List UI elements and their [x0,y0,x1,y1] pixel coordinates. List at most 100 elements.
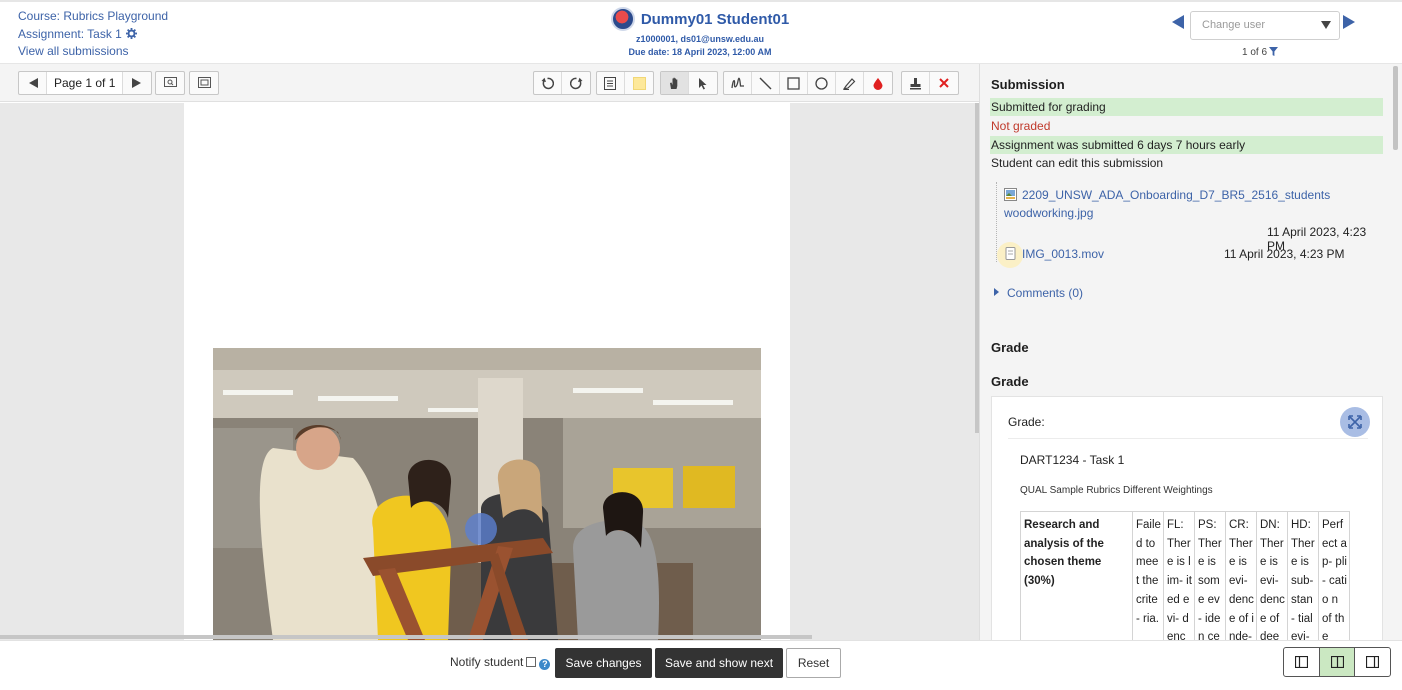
student-name[interactable]: Dummy01 Student01 [641,11,789,28]
view-all-submissions-link[interactable]: View all submissions [18,43,168,61]
rubric-level[interactable]: PS: Ther e is som e ev- iden ce of [1194,511,1226,640]
delete-annotation-button[interactable] [930,72,958,94]
assignment-link[interactable]: Assignment: Task 1 [18,26,168,44]
save-changes-button[interactable]: Save changes [555,648,652,678]
close-icon [939,78,949,88]
select-tools-group [660,71,718,95]
arrow-left-icon [28,78,38,88]
layout-left-icon [1294,656,1308,668]
comments-toggle[interactable]: Comments (0) [994,286,1083,300]
color-drop-icon [873,77,883,90]
grading-panel: Submission Submitted for grading Not gra… [979,64,1402,640]
gear-icon[interactable] [125,27,137,39]
pen-tool-button[interactable] [724,72,752,94]
comment-icon [604,76,616,90]
rotate-right-button[interactable] [562,72,590,94]
hand-icon [670,77,678,89]
level-text: Perf ect ap- pli- catio n of the [1322,519,1347,640]
previous-page-button[interactable] [19,72,47,94]
stamp-tools-group [901,71,959,95]
pan-tool-button[interactable] [661,72,689,94]
grader-header: Course: Rubrics Playground Assignment: T… [0,0,1402,64]
notify-student: Notify student? [450,655,551,670]
annotation-toolbar: Page 1 of 1 [0,64,979,102]
criterion-description: Research and analysis of the chosen them… [1020,511,1133,640]
help-icon[interactable]: ? [539,659,551,670]
viewer-horizontal-scrollbar[interactable] [0,635,812,639]
rectangle-icon [787,76,800,90]
rubric-level[interactable]: Faile d to meet the crite- ria. [1132,511,1164,640]
stamp-tool-button[interactable] [902,72,930,94]
time-remaining-status: Assignment was submitted 6 days 7 hours … [990,136,1383,154]
layout-collapse-review-button[interactable] [1355,648,1390,676]
rubric-level[interactable]: FL: Ther e is lim- ited evi- denc [1163,511,1195,640]
file-link[interactable]: 2209_UNSW_ADA_Onboarding_D7_BR5_2516_stu… [1022,188,1330,202]
change-user-select[interactable]: Change user [1190,11,1340,40]
layout-switcher [1283,647,1391,677]
grade-label: Grade: [1008,415,1045,429]
next-user-arrow-icon[interactable] [1343,15,1355,29]
file-item: 2209_UNSW_ADA_Onboarding_D7_BR5_2516_stu… [1004,186,1384,222]
notify-student-checkbox[interactable] [526,657,537,667]
file-item: IMG_0013.mov [1004,245,1104,263]
chevron-right-icon [994,288,999,296]
avatar[interactable] [610,7,635,31]
rectangle-tool-button[interactable] [780,72,808,94]
notify-student-label: Notify student [450,655,524,669]
page-label[interactable]: Page 1 of 1 [47,72,124,94]
submission-files: 2209_UNSW_ADA_Onboarding_D7_BR5_2516_stu… [996,182,1384,268]
rubric-criterion-row: Research and analysis of the chosen them… [1020,511,1350,640]
due-date: Due date: 18 April 2023, 12:00 AM [628,47,772,57]
reset-button[interactable]: Reset [786,648,841,678]
highlighter-icon [843,77,856,90]
layout-default-button[interactable] [1319,648,1356,676]
stamp-icon [910,77,921,89]
user-count-text: 1 of 6 [1242,47,1268,58]
panel-scrollbar[interactable] [1393,66,1398,150]
line-tool-button[interactable] [752,72,780,94]
expand-comments-button[interactable] [190,72,218,94]
page-navigation: Page 1 of 1 [18,71,153,95]
save-and-show-next-button[interactable]: Save and show next [655,648,783,678]
rubric-level[interactable]: CR: Ther e is evi- denc e of inde- [1225,511,1257,640]
filter-icon[interactable] [1269,47,1279,56]
rubric-level[interactable]: HD: Ther e is sub- stan- tial evi- [1287,511,1319,640]
pdf-viewer[interactable] [0,103,979,640]
level-text: PS: Ther e is som e ev- iden ce of [1198,519,1222,640]
comment-search-icon [163,77,177,87]
expand-rubric-button[interactable] [1340,407,1370,437]
file-link-continued[interactable]: woodworking.jpg [1004,206,1093,220]
arrow-right-icon [132,78,142,88]
file-date: 11 April 2023, 4:23 PM [1224,247,1345,261]
rubric-table: Research and analysis of the chosen them… [1020,511,1350,640]
line-icon [759,77,772,89]
circle-icon [815,76,828,90]
oval-tool-button[interactable] [808,72,836,94]
layout-collapse-grade-button[interactable] [1284,648,1320,676]
search-comments-button[interactable] [156,72,184,94]
user-navigator: Change user 1 of 6 [1168,11,1363,61]
edit-status: Student can edit this submission [991,156,1164,170]
highlight-tool-button[interactable] [836,72,864,94]
comment-colour-button[interactable] [625,72,653,94]
layout-right-icon [1366,656,1380,668]
next-page-button[interactable] [123,72,151,94]
colour-picker-button[interactable] [864,72,892,94]
comment-tool-button[interactable] [597,72,625,94]
grader-footer: Notify student? Save changes Save and sh… [0,640,1402,690]
submission-photo [213,348,761,640]
rotate-left-button[interactable] [534,72,562,94]
search-comments-group [155,71,185,95]
submission-title: Submission [991,77,1065,92]
select-tool-button[interactable] [689,72,717,94]
previous-user-arrow-icon[interactable] [1172,15,1184,29]
rubric-level[interactable]: Perf ect ap- pli- catio n of the [1318,511,1350,640]
document-page[interactable] [184,103,790,640]
file-link[interactable]: IMG_0013.mov [1022,247,1104,261]
rubric-level[interactable]: DN: Ther e is evi- denc e of deep [1256,511,1288,640]
comment-tools-group [596,71,654,95]
student-info: Dummy01 Student01 z1000001, ds01@unsw.ed… [560,7,840,59]
grade-section-title: Grade [991,340,1029,355]
rubric-name: DART1234 - Task 1 [1020,453,1125,467]
course-link[interactable]: Course: Rubrics Playground [18,8,168,26]
